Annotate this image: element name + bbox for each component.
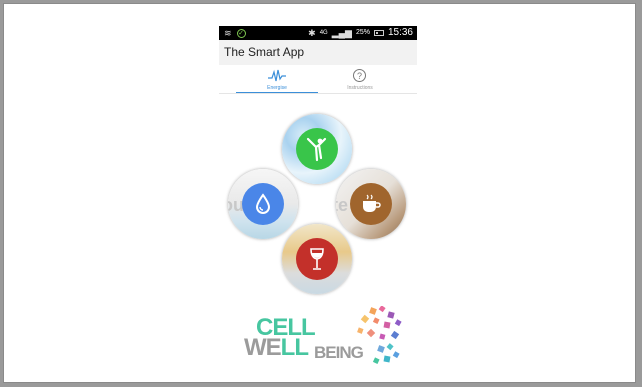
coffee-cup-icon [363, 194, 381, 212]
coffee-badge [350, 183, 392, 225]
water-drop-icon [255, 193, 271, 214]
bluetooth-icon: ✱ [308, 28, 316, 38]
app-bar: The Smart App [219, 40, 417, 65]
water-circle[interactable]: ou ac [228, 169, 298, 239]
wifi-icon: ≋ [224, 28, 232, 38]
cellwellbeing-logo: CELL WELL BEING [244, 306, 414, 381]
tab-energise-label: Energise [267, 85, 287, 91]
tab-instructions-label: Instructions [347, 85, 373, 91]
tab-energise[interactable]: Energise [236, 65, 318, 94]
app-title: The Smart App [224, 45, 305, 59]
network-label: 4G [319, 30, 328, 36]
wine-badge [296, 238, 338, 280]
check-icon: ✓ [236, 28, 246, 38]
pulse-icon [268, 69, 286, 82]
logo-mosaic-graphic [357, 306, 402, 364]
tab-instructions[interactable]: ? Instructions [319, 65, 401, 94]
wine-glass-icon [310, 248, 324, 270]
coffee-circle[interactable]: te [336, 169, 406, 239]
question-icon: ? [353, 69, 366, 82]
battery-percent: 25% [355, 29, 370, 36]
tab-bar: Energise ? Instructions [219, 65, 417, 94]
coffee-bg-letters: te [336, 195, 349, 215]
yoga-pose-icon [306, 137, 327, 162]
battery-icon [373, 30, 384, 36]
status-bar: ≋ ✓ ✱ 4G ▂▄▆ 25% 15:36 [219, 26, 417, 40]
tab-divider [219, 93, 417, 94]
clock: 15:36 [387, 27, 413, 38]
fitness-badge [296, 128, 338, 170]
wine-circle[interactable] [282, 224, 352, 294]
logo-well-text: WELL [244, 334, 309, 361]
screenshot-frame: ≋ ✓ ✱ 4G ▂▄▆ 25% 15:36 The Smart App Ene… [3, 3, 636, 383]
phone-screen: ≋ ✓ ✱ 4G ▂▄▆ 25% 15:36 The Smart App Ene… [219, 26, 417, 382]
signal-icon: ▂▄▆ [331, 28, 352, 38]
water-badge [242, 183, 284, 225]
fitness-circle[interactable] [282, 114, 352, 184]
